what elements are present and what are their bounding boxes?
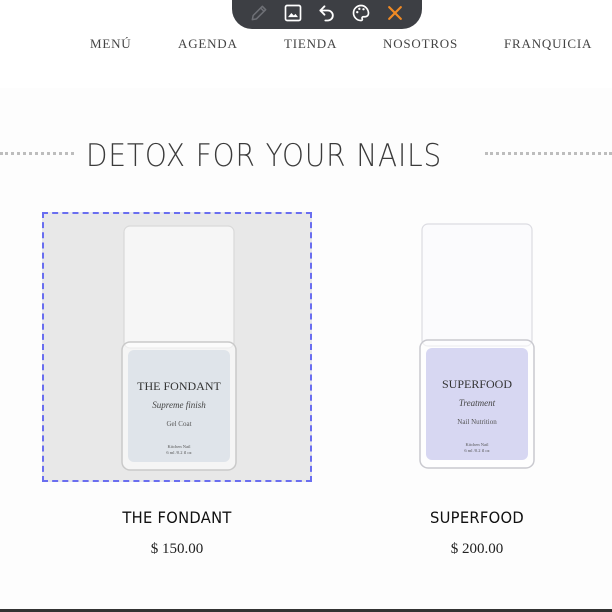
product-price: $ 200.00 — [450, 541, 504, 557]
nav-item-franquicia[interactable]: FRANQUICIA — [504, 36, 592, 52]
label-footer-volume: 6 ml /0.2 fl oz — [166, 450, 191, 455]
nav-item-tienda[interactable]: TIENDA — [284, 36, 337, 52]
label-footer: Kitchen Nail — [167, 444, 191, 449]
section-header: DETOX FOR YOUR NAILS — [0, 138, 612, 174]
label-brand: SUPERFOOD — [442, 377, 512, 391]
main-nav: MENÚ AGENDA TIENDA NOSOTROS FRANQUICIA — [0, 36, 612, 52]
undo-icon[interactable] — [315, 1, 339, 25]
editor-toolbar — [232, 0, 422, 29]
label-script: Supreme finish — [152, 400, 206, 410]
divider-right — [485, 152, 612, 155]
nail-polish-bottle-image: SUPERFOOD Treatment Nail Nutrition Kitch… — [419, 223, 535, 469]
product-price: $ 150.00 — [150, 541, 204, 557]
label-brand: THE FONDANT — [137, 379, 221, 393]
label-subtitle: Nail Nutrition — [457, 418, 497, 426]
palette-icon[interactable] — [349, 1, 373, 25]
product-name[interactable]: THE FONDANT — [53, 508, 301, 527]
product-card[interactable]: SUPERFOOD Treatment Nail Nutrition Kitch… — [342, 212, 612, 558]
nav-item-menu[interactable]: MENÚ — [90, 36, 131, 52]
product-image[interactable]: THE FONDANT Supreme finish Gel Coat Kitc… — [42, 212, 312, 482]
nav-item-agenda[interactable]: AGENDA — [178, 36, 238, 52]
close-icon[interactable] — [383, 1, 407, 25]
product-card[interactable]: THE FONDANT Supreme finish Gel Coat Kitc… — [42, 212, 312, 558]
label-footer: Kitchen Nail — [465, 442, 489, 447]
nail-polish-bottle-image: THE FONDANT Supreme finish Gel Coat Kitc… — [121, 225, 237, 471]
product-image[interactable]: SUPERFOOD Treatment Nail Nutrition Kitch… — [342, 212, 612, 482]
divider-left — [0, 152, 74, 155]
label-footer-volume: 6 ml /0.2 fl oz — [464, 448, 489, 453]
product-name[interactable]: SUPERFOOD — [353, 508, 601, 527]
nav-item-nosotros[interactable]: NOSOTROS — [383, 36, 458, 52]
label-subtitle: Gel Coat — [166, 420, 191, 428]
section-title: DETOX FOR YOUR NAILS — [86, 138, 443, 174]
label-script: Treatment — [459, 398, 496, 408]
pencil-icon[interactable] — [247, 1, 271, 25]
image-icon[interactable] — [281, 1, 305, 25]
